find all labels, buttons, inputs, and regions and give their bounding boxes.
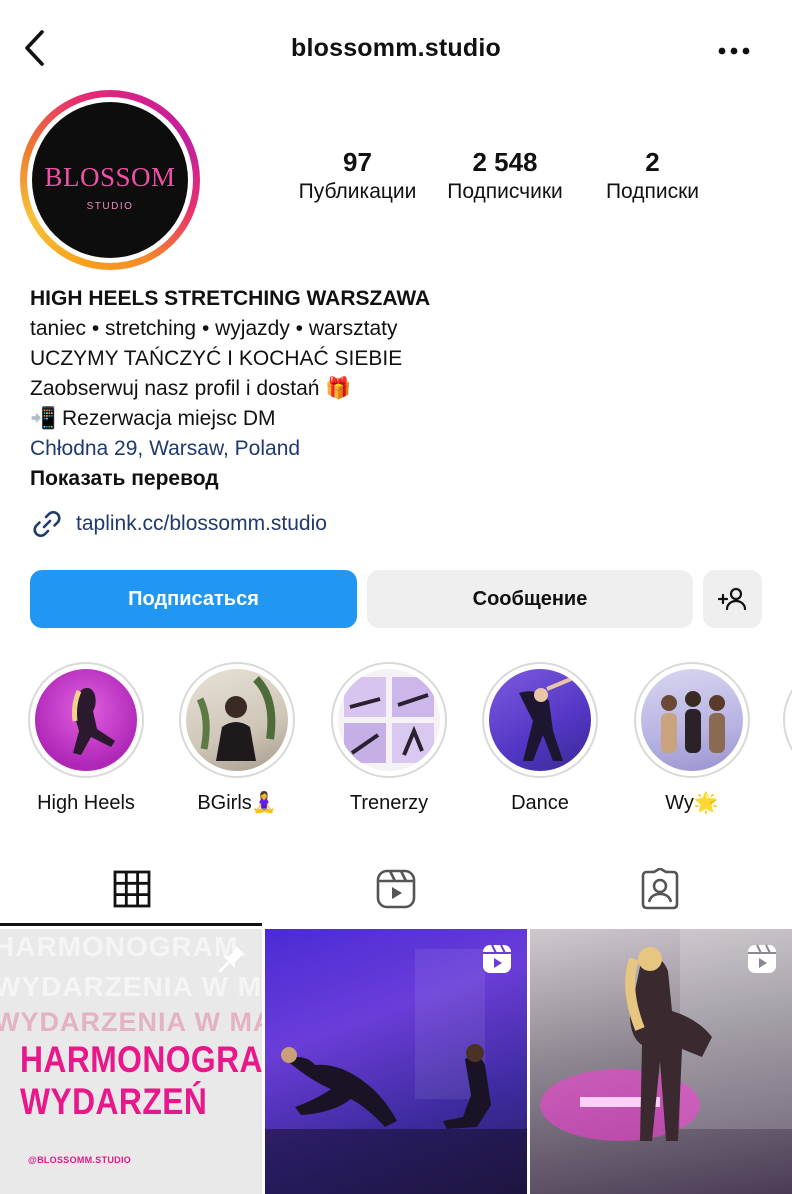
- message-button[interactable]: Сообщение: [367, 570, 693, 628]
- follow-button[interactable]: Подписаться: [30, 570, 357, 628]
- stat-following[interactable]: 2 Подписки: [585, 146, 720, 206]
- highlight-label: High Heels: [37, 792, 135, 814]
- reel-badge-icon: [748, 944, 776, 973]
- post-ghost-text: WYDARZENIA W MAJU: [0, 1007, 262, 1037]
- post-ghost-text: HARMONOGRAM: [0, 931, 239, 962]
- reels-icon: [376, 869, 416, 909]
- highlight-bgirls[interactable]: BGirls🧘‍♀️: [177, 662, 297, 816]
- post-tile[interactable]: HARMONOGRAM WYDARZENIA W MAJU WYDARZENIA…: [0, 929, 262, 1194]
- top-bar: blossomm.studio: [0, 0, 792, 100]
- highlight-label: Dance: [511, 792, 569, 814]
- highlight-label: Trenerzy: [349, 792, 429, 814]
- avatar-brand-text: BLOSSOM: [44, 162, 176, 192]
- bio-line: taniec • stretching • wyjazdy • warsztat…: [30, 317, 398, 340]
- suggest-accounts-button[interactable]: [703, 570, 762, 628]
- highlight-label: BGirls🧘‍♀️: [197, 792, 277, 814]
- followers-label: Подписчики: [447, 180, 563, 203]
- avatar-brand-subtext: STUDIO: [86, 201, 134, 212]
- tab-tagged[interactable]: [528, 852, 792, 926]
- highlight-wy[interactable]: Wy🌟: [632, 662, 752, 816]
- story-ring[interactable]: BLOSSOM STUDIO: [20, 90, 200, 270]
- followers-count: 2 548: [472, 147, 538, 177]
- highlight-dance[interactable]: Dance: [480, 662, 600, 816]
- highlight-partial[interactable]: [783, 662, 792, 778]
- post-title-line: HARMONOGRAM: [20, 1039, 262, 1080]
- post-handle: @BLOSSOMM.STUDIO: [28, 1155, 132, 1165]
- posts-grid: HARMONOGRAM WYDARZENIA W MAJU WYDARZENIA…: [0, 926, 792, 1194]
- following-count: 2: [645, 147, 660, 177]
- post-title: HARMONOGRAM WYDARZEŃ: [20, 1039, 262, 1123]
- profile-tabs: [0, 852, 792, 926]
- external-link[interactable]: taplink.cc/blossomm.studio: [30, 506, 327, 542]
- highlight-high-heels[interactable]: High Heels: [26, 662, 146, 816]
- more-options-button[interactable]: [712, 36, 756, 66]
- post-tile[interactable]: [265, 929, 527, 1194]
- post-title-line: WYDARZEŃ: [20, 1081, 208, 1122]
- stat-followers[interactable]: 2 548 Подписчики: [435, 146, 575, 206]
- pin-icon: [218, 946, 245, 973]
- profile-username: blossomm.studio: [291, 34, 501, 62]
- more-dots-icon: [718, 47, 750, 55]
- highlight-cover: [338, 669, 440, 771]
- posts-count: 97: [343, 147, 372, 177]
- bio-line: 📲 Rezerwacja miejsc DM: [30, 407, 276, 430]
- post-tile[interactable]: [530, 929, 792, 1194]
- tab-grid[interactable]: [0, 852, 264, 926]
- post-ghost-text: WYDARZENIA W MAJU: [0, 971, 262, 1002]
- reel-badge-icon: [483, 944, 511, 973]
- add-person-icon: [717, 587, 746, 611]
- external-link-text: taplink.cc/blossomm.studio: [76, 512, 327, 535]
- avatar: BLOSSOM STUDIO: [32, 102, 188, 258]
- highlight-cover: [489, 669, 591, 771]
- grid-icon: [113, 870, 151, 908]
- bio-line: Zaobserwuj nasz profil i dostań 🎁: [30, 377, 352, 400]
- profile-bio: HIGH HEELS STRETCHING WARSZAWA taniec • …: [30, 284, 770, 494]
- bio-line: UCZYMY TAŃCZYĆ I KOCHAĆ SIEBIE: [30, 347, 403, 370]
- highlight-cover: [641, 669, 743, 771]
- highlight-label: Wy🌟: [665, 792, 719, 814]
- profile-display-name: HIGH HEELS STRETCHING WARSZAWA: [30, 287, 431, 310]
- tagged-icon: [641, 868, 679, 910]
- show-translation-button[interactable]: Показать перевод: [30, 464, 770, 494]
- link-icon: [33, 511, 61, 537]
- posts-label: Публикации: [298, 180, 417, 203]
- following-label: Подписки: [605, 180, 700, 203]
- highlight-cover: [35, 669, 137, 771]
- location-link[interactable]: Chłodna 29, Warsaw, Poland: [30, 434, 770, 464]
- stat-posts[interactable]: 97 Публикации: [285, 146, 430, 206]
- tab-reels[interactable]: [264, 852, 528, 926]
- highlight-cover: [186, 669, 288, 771]
- highlight-trenerzy[interactable]: Trenerzy: [329, 662, 449, 816]
